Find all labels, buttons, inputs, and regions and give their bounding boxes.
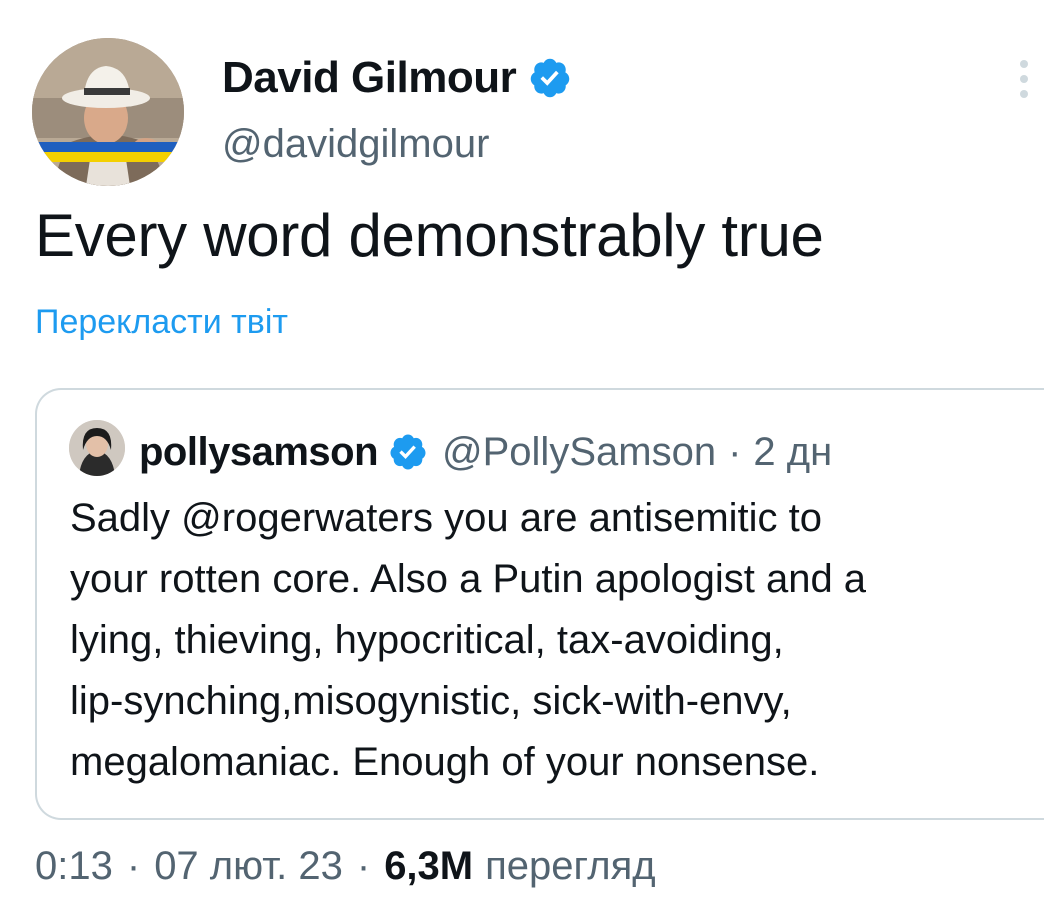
quote-author-avatar[interactable] [69,420,125,476]
translate-tweet-link[interactable]: Перекласти твіт [35,300,288,344]
verified-badge-icon [528,56,572,100]
tweet-date[interactable]: 07 лют. 23 [154,840,343,892]
quote-author-handle[interactable]: @PollySamson [442,426,716,478]
quoted-tweet-card[interactable]: pollysamson @PollySamson · 2 дн Sadly @r… [35,388,1044,820]
quote-text-line: lying, thieving, hypocritical, tax-avoid… [70,618,784,662]
author-name-text: David Gilmour [222,53,517,102]
author-avatar-image [32,38,184,186]
quote-text-line: megalomaniac. Enough of your nonsense. [70,740,820,784]
views-count: 6,3M [384,844,474,888]
quote-author-name[interactable]: pollysamson [139,426,379,478]
tweet-detail: David Gilmour @davidgilmour Every word d… [0,0,1044,922]
verified-badge-icon [388,432,428,472]
quote-text-line: your rotten core. Also a Putin apologist… [70,557,867,601]
quote-text: Sadly @rogerwaters you are antisemitic t… [70,488,1030,793]
author-handle[interactable]: @davidgilmour [222,118,489,170]
quote-timestamp[interactable]: 2 дн [753,426,832,478]
views-label: перегляд [485,844,656,888]
quote-text-line: lip-synching,misogynistic, sick-with-env… [70,679,792,723]
tweet-time[interactable]: 0:13 [35,840,113,892]
author-avatar[interactable] [32,38,184,186]
separator-dot: · [356,844,371,888]
separator-dot: · [126,844,141,888]
quote-header: pollysamson @PollySamson · 2 дн [139,426,832,478]
quote-text-line: Sadly @rogerwaters you are antisemitic t… [70,496,823,540]
tweet-text: Every word demonstrably true [35,202,824,269]
more-vertical-icon[interactable] [1006,56,1042,102]
author-name[interactable]: David Gilmour [222,52,572,104]
separator-dot: · [728,430,742,474]
tweet-meta: 0:13 · 07 лют. 23 · 6,3M перегляд [35,840,656,892]
